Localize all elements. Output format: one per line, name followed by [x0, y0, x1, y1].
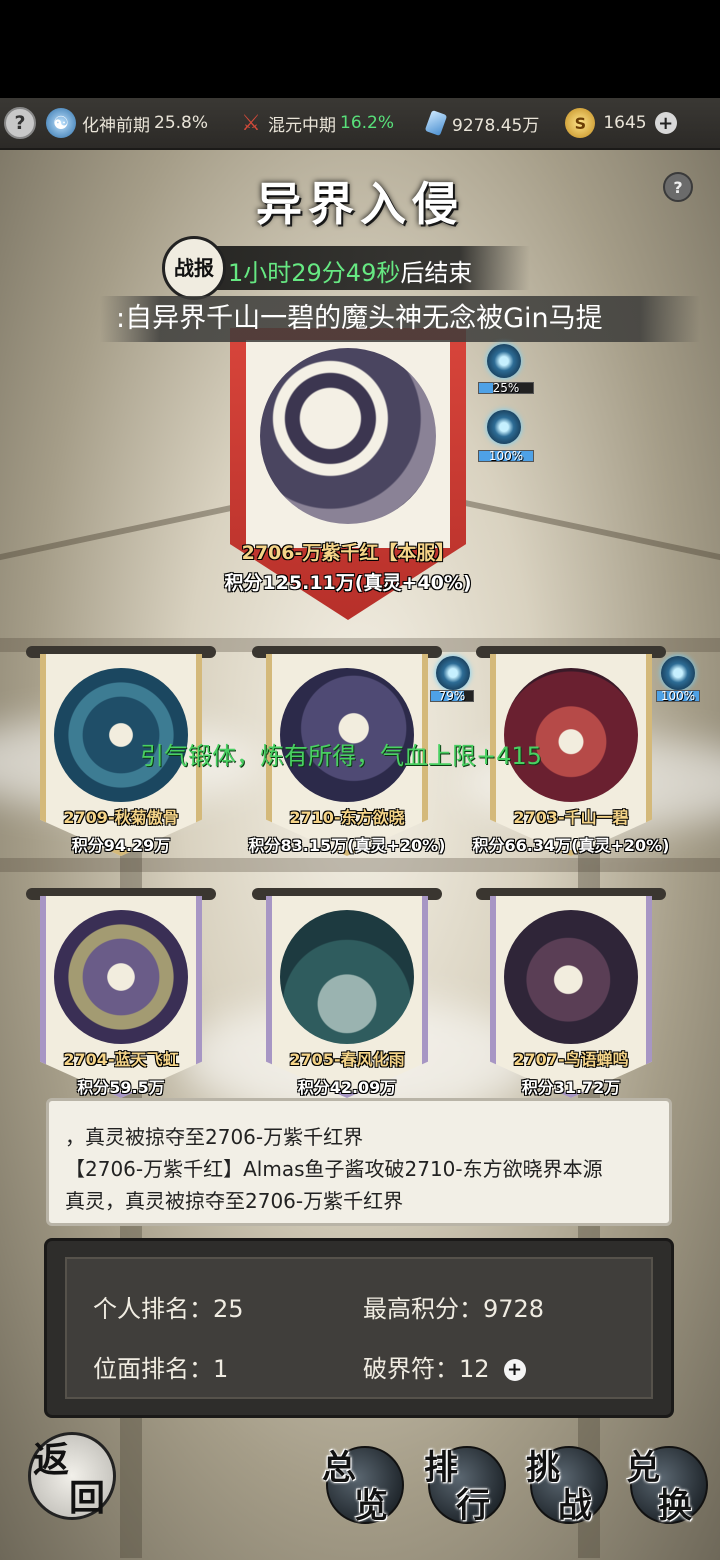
ranking-label-2: 行 [456, 1486, 490, 1526]
spirit-stone-amount: 9278.45万 [452, 115, 540, 136]
realm-progress-1: ☯ 化神前期 25.8% [46, 108, 208, 138]
gold-amount: 1645 [603, 113, 647, 133]
add-breaker-icon[interactable]: + [503, 1358, 526, 1381]
personal-rank: 个人排名：25 [93, 1289, 244, 1324]
realm1-percent: 25.8% [154, 113, 209, 133]
pagoda-emblem-icon [280, 910, 414, 1044]
lotus-emblem-icon [504, 668, 638, 802]
countdown: 1小时29分49秒后结束 [228, 253, 472, 288]
back-label-2: 回 [69, 1477, 106, 1519]
main-server-name: 2706-万紫千红【本服】 [241, 542, 455, 564]
wave-moon-emblem-icon [280, 668, 414, 802]
countdown-time: 1小时29分49秒 [228, 259, 401, 287]
phoenix-emblem-icon [504, 910, 638, 1044]
personal-rank-value: 25 [213, 1295, 244, 1323]
battle-report-button[interactable]: 战报 [162, 236, 226, 300]
breaker-charm: 破界符：12 + [363, 1349, 526, 1384]
yin-yang-icon: ☯ [46, 108, 76, 138]
exchange-label-1: 兑 [626, 1448, 660, 1488]
countdown-suffix: 后结束 [400, 259, 473, 287]
exchange-label-2: 换 [658, 1486, 692, 1526]
stats-panel: 个人排名：25 最高积分：9728 位面排名：1 破界符：12 + [44, 1238, 674, 1418]
server-name: 2703-千山一碧 [513, 808, 629, 827]
max-score-label: 最高积分： [363, 1295, 483, 1323]
spirit-orb-icon[interactable] [487, 410, 521, 444]
server-score: 积分83.15万(真灵+20%) [248, 836, 446, 855]
server-score: 积分31.72万 [521, 1078, 621, 1097]
overview-label-2: 览 [354, 1486, 388, 1526]
orb-progress-label: 79% [438, 689, 466, 703]
challenge-label-1: 挑 [526, 1448, 560, 1488]
crystal-icon [424, 109, 448, 137]
page-title: 异界入侵 [256, 177, 464, 231]
swirl-emblem-icon [260, 348, 436, 524]
gold-counter: S 1645 + [565, 108, 677, 138]
exchange-button[interactable]: 兑 换 [626, 1446, 708, 1526]
server-name: 2707-鸟语蝉鸣 [513, 1050, 629, 1069]
realm-progress-2: ⚔ 混元中期 16.2% [238, 108, 394, 138]
orb-progress-label: 25% [492, 381, 520, 395]
challenge-button[interactable]: 挑 战 [526, 1446, 608, 1526]
status-bar-area [0, 0, 720, 98]
news-ticker: :自异界千山一碧的魔头神无念被Gin马提 [100, 296, 700, 342]
sword-icon: ⚔ [241, 110, 261, 136]
orb-progress: 100% [478, 449, 534, 463]
realm1-name: 化神前期 [82, 115, 150, 136]
spirit-orb-icon[interactable] [436, 656, 470, 690]
server-banner[interactable]: 2705-春风化雨 积分42.09万 [252, 888, 442, 1098]
orb-progress-label: 100% [488, 449, 524, 463]
challenge-label-2: 战 [558, 1486, 592, 1526]
beam [0, 858, 720, 872]
overview-button[interactable]: 总 览 [322, 1446, 404, 1526]
breaker-label: 破界符： [363, 1355, 459, 1383]
log-line: 真灵，真灵被掠夺至2706-万紫千红界 [65, 1189, 404, 1213]
floating-notification: 引气锻体，炼有所得，气血上限+415 [140, 742, 542, 770]
plane-rank-label: 位面排名： [93, 1355, 213, 1383]
log-line: 【2706-万紫千红】Almas鱼子酱攻破2710-东方欲晓界本源 [65, 1157, 603, 1181]
main-server-banner[interactable]: 2706-万紫千红【本服】 积分125.11万(真灵+40%) [224, 320, 472, 620]
spirit-stone-counter: 9278.45万 [424, 109, 540, 137]
realm2-name: 混元中期 [268, 115, 337, 136]
realm2-percent: 16.2% [340, 113, 395, 133]
max-score-value: 9728 [483, 1295, 545, 1323]
spirit-orb-icon[interactable] [487, 344, 521, 378]
log-line: ，真灵被掠夺至2706-万紫千红界 [65, 1125, 364, 1149]
server-score: 积分94.29万 [71, 836, 171, 855]
overview-label-1: 总 [322, 1448, 356, 1488]
server-name: 2709-秋菊傲骨 [63, 808, 179, 827]
flower-emblem-icon [54, 910, 188, 1044]
server-score: 积分42.09万 [297, 1078, 397, 1097]
server-name: 2710-东方欲晓 [289, 808, 405, 827]
personal-rank-label: 个人排名： [93, 1295, 213, 1323]
plane-rank-value: 1 [213, 1355, 229, 1383]
orb-progress: 25% [478, 381, 534, 395]
server-name: 2704-蓝天飞虹 [63, 1050, 179, 1069]
dragon-emblem-icon [54, 668, 188, 802]
help-icon[interactable]: ? [4, 107, 36, 139]
resource-bar: ? ☯ 化神前期 25.8% ⚔ 混元中期 16.2% 9278.45万 S 1… [0, 98, 720, 150]
back-label-1: 返 [33, 1439, 70, 1481]
server-banner[interactable]: 2704-蓝天飞虹 积分59.5万 [26, 888, 216, 1098]
server-score: 积分66.34万(真灵+20%) [472, 836, 670, 855]
plane-rank: 位面排名：1 [93, 1349, 228, 1384]
coin-icon: S [565, 108, 596, 138]
server-banner[interactable]: 2707-鸟语蝉鸣 积分31.72万 [476, 888, 666, 1098]
server-name: 2705-春风化雨 [289, 1050, 405, 1069]
server-score: 积分59.5万 [77, 1078, 165, 1097]
orb-progress: 100% [656, 689, 700, 703]
ranking-label-1: 排 [424, 1448, 458, 1488]
add-gold-icon[interactable]: + [654, 112, 677, 134]
spirit-orb-icon[interactable] [661, 656, 695, 690]
max-score: 最高积分：9728 [363, 1289, 544, 1324]
stats-inner: 个人排名：25 最高积分：9728 位面排名：1 破界符：12 + [65, 1257, 653, 1399]
back-button[interactable]: 返 回 [28, 1432, 116, 1520]
breaker-count: 12 [459, 1355, 490, 1383]
ranking-button[interactable]: 排 行 [424, 1446, 506, 1526]
orb-progress: 79% [430, 689, 474, 703]
main-server-score: 积分125.11万(真灵+40%) [224, 572, 472, 594]
orb-progress-label: 100% [660, 689, 696, 703]
rules-help-icon[interactable]: ? [663, 172, 693, 202]
battle-log-panel[interactable]: ，真灵被掠夺至2706-万紫千红界 【2706-万紫千红】Almas鱼子酱攻破2… [46, 1098, 672, 1226]
